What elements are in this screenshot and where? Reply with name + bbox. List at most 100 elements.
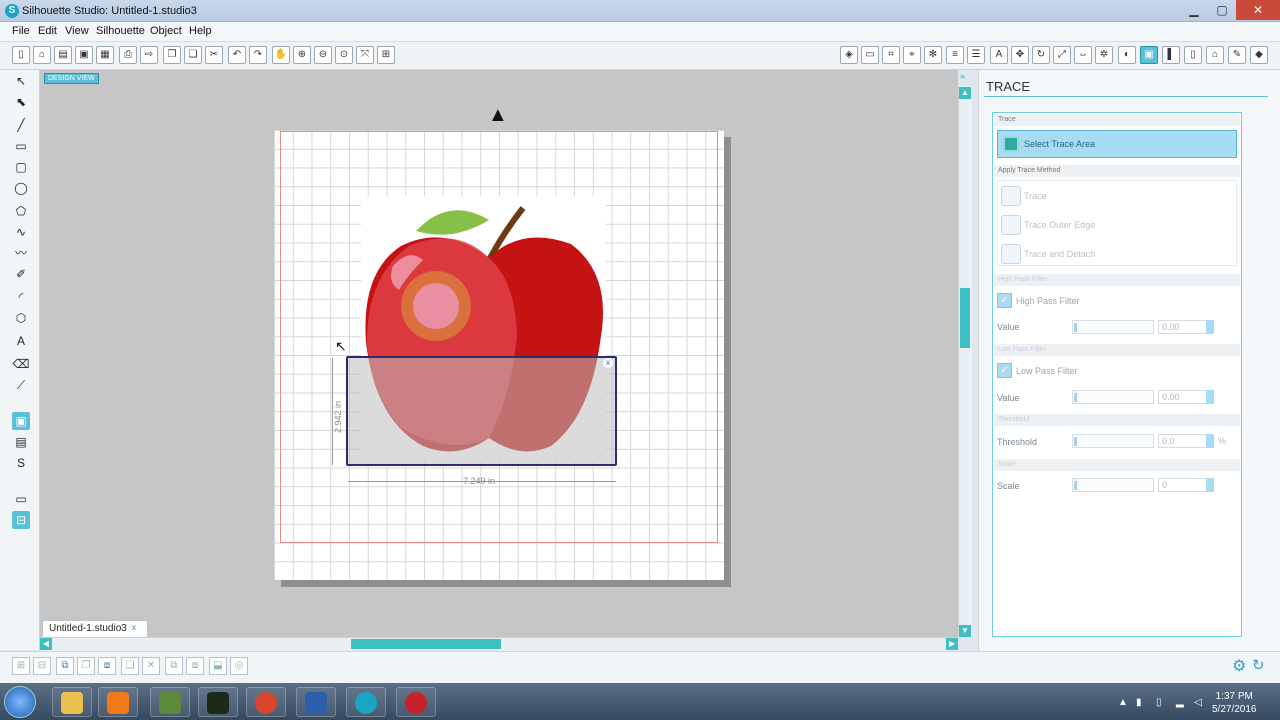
print-icon[interactable]: ⎙ — [119, 46, 137, 64]
horizontal-scroll-thumb[interactable] — [351, 639, 501, 649]
tray-network-icon[interactable]: ▮ — [1136, 697, 1142, 708]
select-tool-icon[interactable]: ↖ — [12, 72, 30, 90]
threshold-spinner[interactable] — [1206, 434, 1214, 448]
scale-spinner[interactable] — [1206, 478, 1214, 492]
tray-volume-icon[interactable]: ◁ — [1194, 697, 1202, 708]
page-setup-icon[interactable]: ▭ — [861, 46, 879, 64]
threshold-value-input[interactable]: 0.0 — [1158, 434, 1208, 448]
text-style-icon[interactable]: A — [990, 46, 1008, 64]
open-library-icon[interactable]: ▤ — [54, 46, 72, 64]
open-icon[interactable]: ⌂ — [33, 46, 51, 64]
modify-icon[interactable]: ◐ — [1118, 46, 1136, 64]
settings-gear-icon[interactable]: ⚙ — [1232, 656, 1246, 676]
send-to-silhouette-icon[interactable]: ⇨ — [140, 46, 158, 64]
low-pass-spinner[interactable] — [1206, 390, 1214, 404]
freehand-tool-icon[interactable]: 〰 — [12, 244, 30, 262]
menu-view[interactable]: View — [65, 25, 89, 37]
cut-icon[interactable]: ✂ — [205, 46, 223, 64]
scale-icon[interactable]: ⤢ — [1053, 46, 1071, 64]
store-icon[interactable]: ⌂ — [1206, 46, 1224, 64]
word-icon[interactable] — [296, 687, 336, 717]
tray-signal-icon[interactable]: ▂ — [1176, 697, 1184, 708]
release-compound-path-icon[interactable]: ❐ — [77, 657, 95, 675]
drag-zoom-icon[interactable]: ⤧ — [356, 46, 374, 64]
refresh-icon[interactable]: ↻ — [1252, 656, 1265, 674]
move-icon[interactable]: ⇔ — [1074, 46, 1092, 64]
close-button[interactable]: ✕ — [1236, 0, 1280, 20]
silhouette-taskbar-icon[interactable] — [346, 687, 386, 717]
zoom-in-icon[interactable]: ⊕ — [293, 46, 311, 64]
smooth-freehand-icon[interactable]: ✐ — [12, 265, 30, 283]
save-icon[interactable]: ▣ — [75, 46, 93, 64]
text-tool-icon[interactable]: A — [12, 332, 30, 350]
bring-to-front-icon[interactable]: ⧉ — [165, 657, 183, 675]
menu-file[interactable]: File — [12, 25, 30, 37]
library-view-icon[interactable]: ▤ — [12, 433, 30, 451]
chrome-icon[interactable] — [246, 687, 286, 717]
menu-help[interactable]: Help — [189, 25, 212, 37]
high-pass-filter-checkbox[interactable]: ✓ — [997, 293, 1012, 308]
tray-usb-icon[interactable]: ▯ — [1156, 697, 1162, 708]
paste-icon[interactable]: ❏ — [184, 46, 202, 64]
single-panel-icon[interactable]: ▭ — [12, 490, 30, 508]
scroll-left-icon[interactable]: ◀ — [40, 638, 52, 650]
transform-icon[interactable]: ✥ — [1011, 46, 1029, 64]
trace-and-detach-button[interactable]: Trace and Detach — [1024, 249, 1095, 259]
trace-area-selection[interactable] — [346, 356, 617, 466]
menu-silhouette[interactable]: Silhouette — [96, 25, 145, 37]
regular-polygon-icon[interactable]: ⬡ — [12, 309, 30, 327]
replicate-icon[interactable]: ✲ — [1095, 46, 1113, 64]
rotate-icon[interactable]: ↻ — [1032, 46, 1050, 64]
send-to-back-icon[interactable]: ⧈ — [186, 657, 204, 675]
make-compound-path-icon[interactable]: ⧉ — [56, 657, 74, 675]
panel-collapse-icon[interactable]: » — [960, 71, 972, 83]
minecraft-icon[interactable] — [150, 687, 190, 717]
threshold-slider[interactable] — [1072, 434, 1154, 448]
new-document-icon[interactable]: ▯ — [12, 46, 30, 64]
vertical-scrollbar[interactable] — [958, 86, 972, 638]
copy-icon[interactable]: ❐ — [163, 46, 181, 64]
library-icon[interactable]: ▯ — [1184, 46, 1202, 64]
arc-tool-icon[interactable]: ◜ — [12, 288, 30, 306]
cut-tool-icon[interactable]: ✎ — [1228, 46, 1246, 64]
recorder-icon[interactable] — [396, 687, 436, 717]
line-color-icon[interactable]: ☰ — [967, 46, 985, 64]
curve-tool-icon[interactable]: ∿ — [12, 223, 30, 241]
registration-icon[interactable]: ⌗ — [882, 46, 900, 64]
zoom-out-icon[interactable]: ⊖ — [314, 46, 332, 64]
vertical-scroll-thumb[interactable] — [960, 288, 970, 348]
select-trace-area-button[interactable]: Select Trace Area — [997, 130, 1237, 158]
document-tab-close-icon[interactable]: x — [132, 623, 136, 632]
save-to-library-icon[interactable]: ▦ — [96, 46, 114, 64]
pan-icon[interactable]: ✋ — [272, 46, 290, 64]
undo-icon[interactable]: ↶ — [228, 46, 246, 64]
fit-to-page-icon[interactable]: ⊞ — [377, 46, 395, 64]
media-player-icon[interactable] — [98, 687, 138, 717]
design-view-icon[interactable]: ▣ — [12, 412, 30, 430]
fill-color-icon[interactable]: ≡ — [946, 46, 964, 64]
menu-edit[interactable]: Edit — [38, 25, 57, 37]
maximize-button[interactable]: ▢ — [1208, 0, 1236, 20]
rounded-rectangle-icon[interactable]: ▢ — [12, 158, 30, 176]
scale-value-input[interactable]: 0 — [1158, 478, 1208, 492]
high-pass-slider[interactable] — [1072, 320, 1154, 334]
ellipse-tool-icon[interactable]: ◯ — [12, 179, 30, 197]
trace-button[interactable]: Trace — [1024, 191, 1047, 201]
trace-icon[interactable]: ▣ — [1140, 46, 1158, 64]
silhouette-store-icon[interactable]: S — [12, 454, 30, 472]
ungroup-icon[interactable]: ⊟ — [33, 657, 51, 675]
scroll-down-icon[interactable]: ▼ — [959, 625, 971, 637]
duplicate-left-icon[interactable]: ❏ — [121, 657, 139, 675]
sketch-icon[interactable]: ◆ — [1250, 46, 1268, 64]
high-pass-value-input[interactable]: 0.00 — [1158, 320, 1208, 334]
minimize-button[interactable]: ▁ — [1180, 0, 1208, 20]
offset-icon[interactable]: ◎ — [230, 657, 248, 675]
rectangle-tool-icon[interactable]: ▭ — [12, 137, 30, 155]
low-pass-filter-checkbox[interactable]: ✓ — [997, 363, 1012, 378]
high-pass-spinner[interactable] — [1206, 320, 1214, 334]
trace-outer-edge-button[interactable]: Trace Outer Edge — [1024, 220, 1095, 230]
taskbar-clock[interactable]: 1:37 PM 5/27/2016 — [1212, 690, 1257, 716]
scale-slider[interactable] — [1072, 478, 1154, 492]
knife-tool-icon[interactable]: ⟋ — [12, 376, 30, 394]
cut-settings-icon[interactable]: ⌖ — [903, 46, 921, 64]
